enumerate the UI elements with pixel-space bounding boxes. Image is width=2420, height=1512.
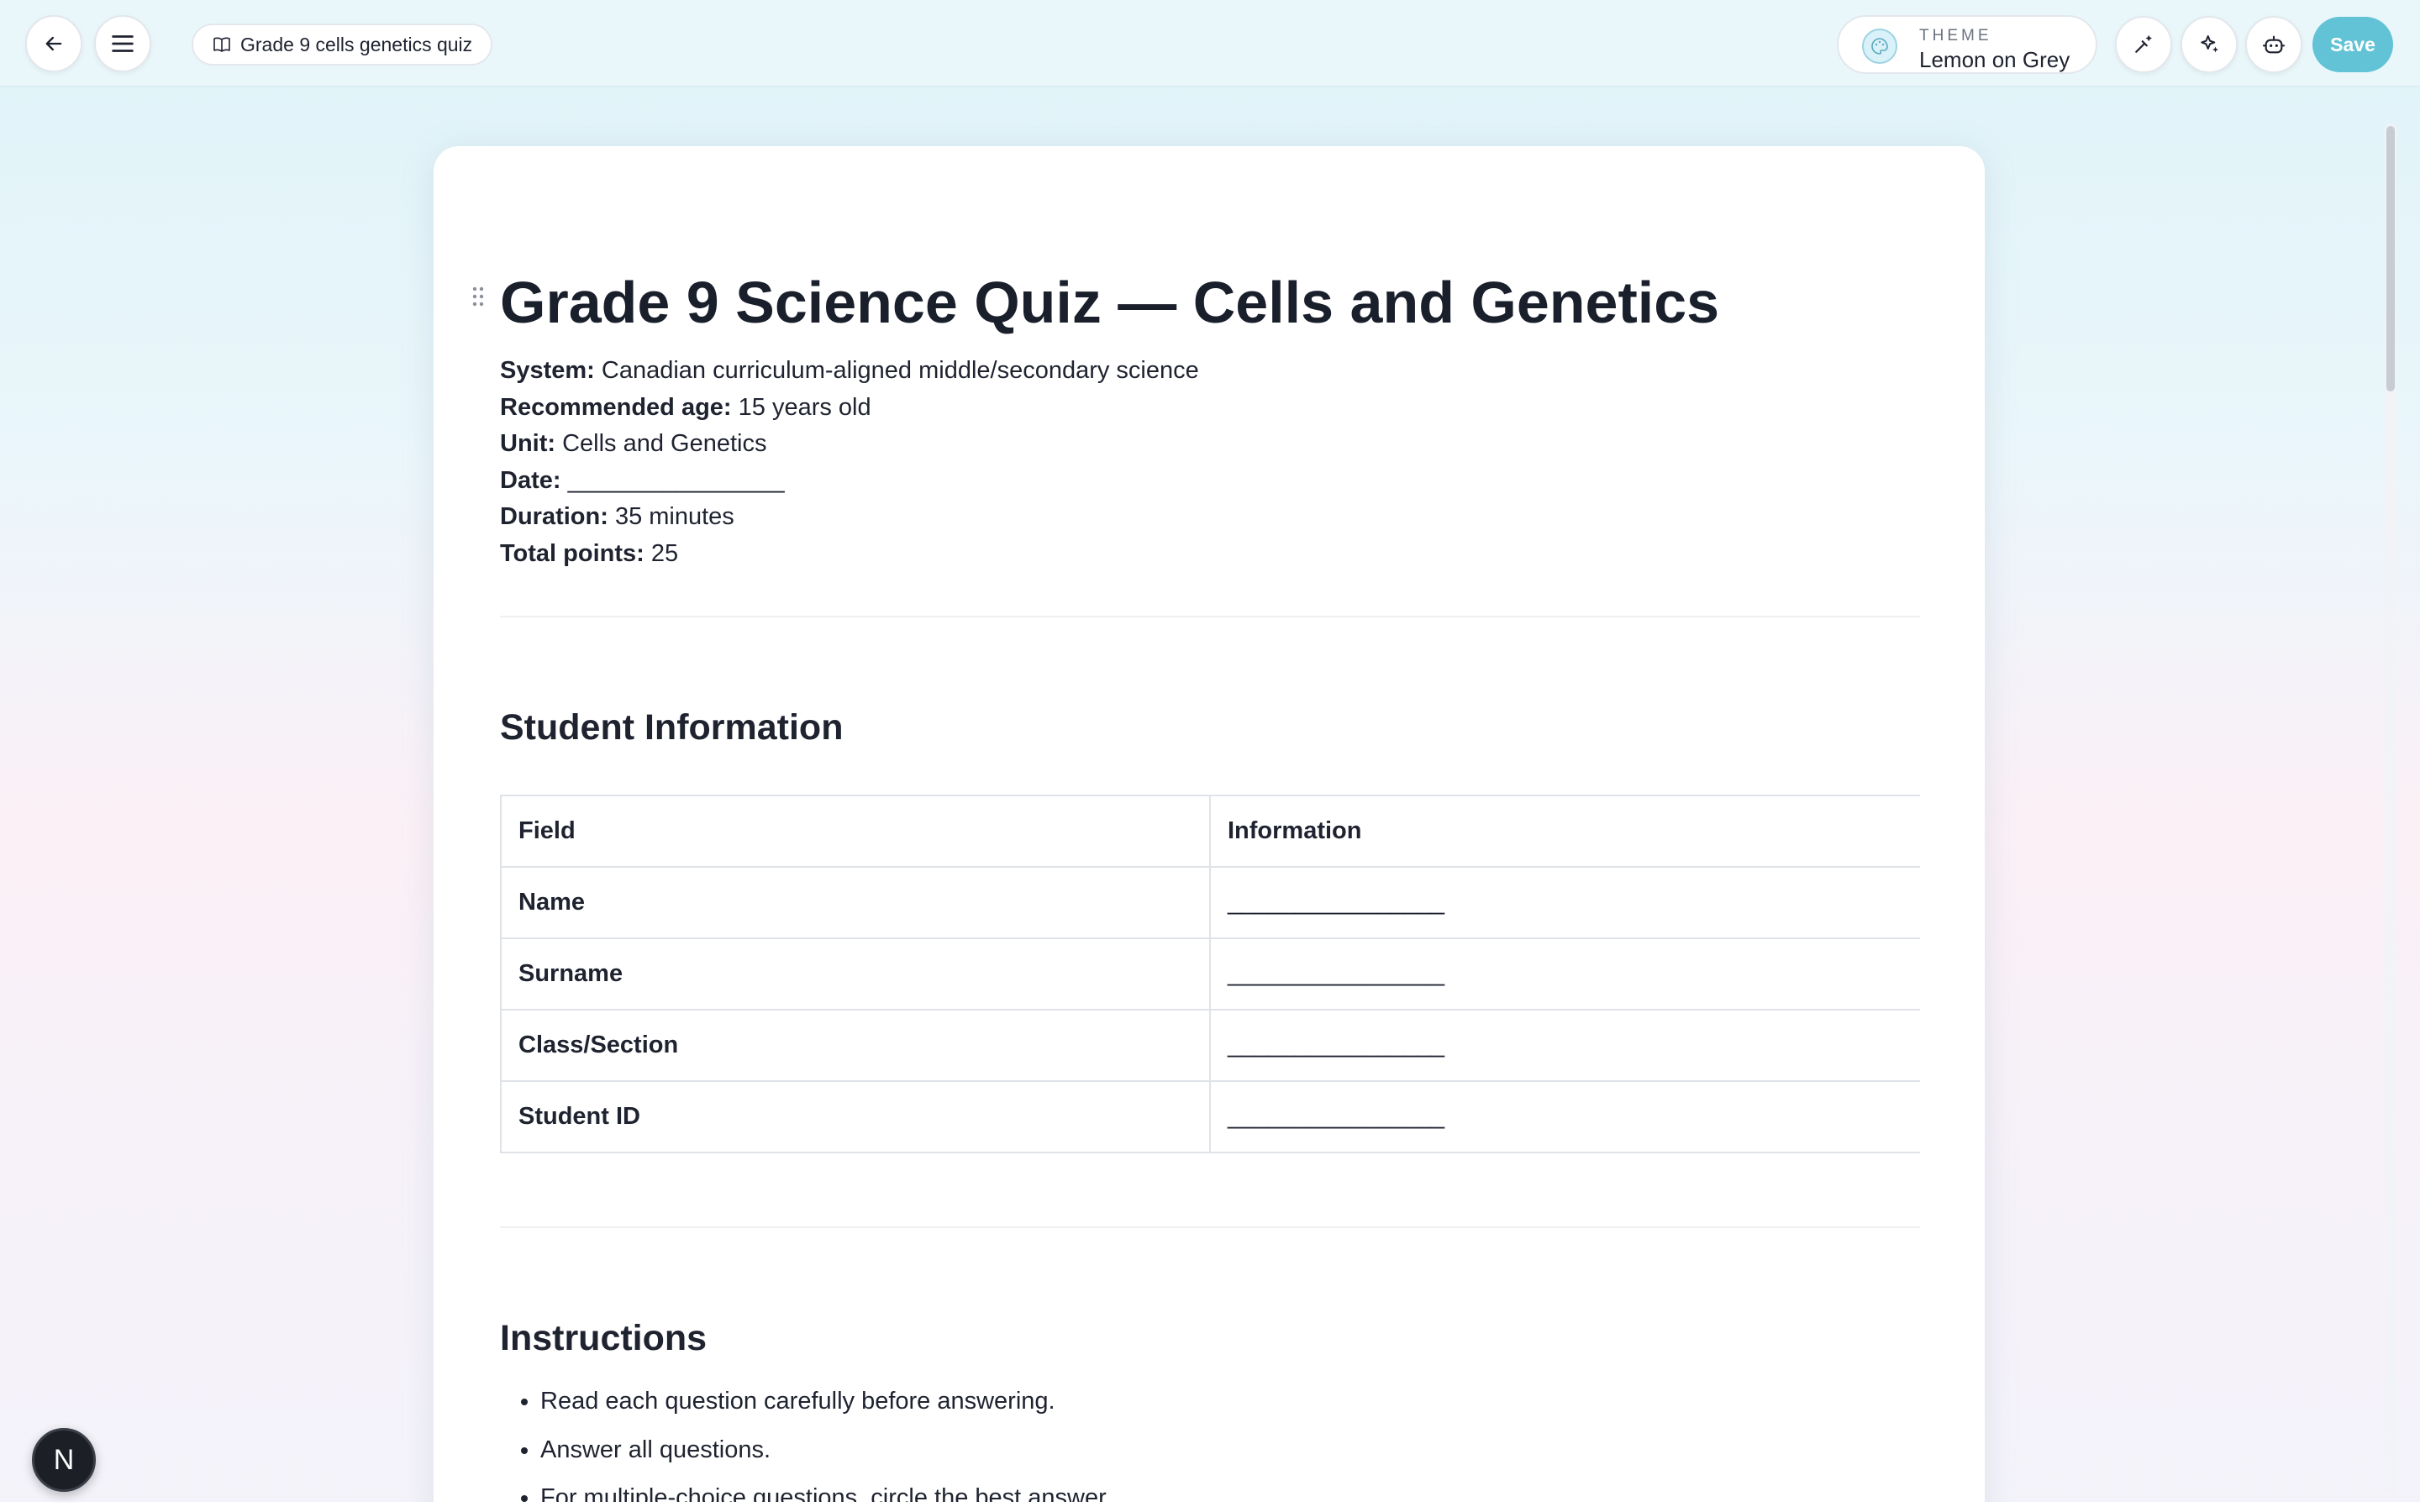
meta-unit: Unit: Cells and Genetics [500, 430, 767, 457]
document-title-label: Grade 9 cells genetics quiz [240, 33, 473, 55]
table-row: Name ________________ [500, 866, 1920, 939]
palette-icon [1862, 29, 1897, 64]
back-button[interactable] [25, 15, 82, 72]
assistant-button[interactable] [2245, 16, 2302, 73]
ai-edit-button[interactable] [2115, 16, 2172, 73]
table-cell-field[interactable]: Class/Section [500, 1009, 1211, 1082]
table-cell-value[interactable]: ________________ [1209, 1080, 1920, 1153]
document-title[interactable]: Grade 9 Science Quiz — Cells and Genetic… [500, 269, 1719, 336]
dev-tools-badge[interactable]: N [32, 1428, 96, 1492]
meta-system: System: Canadian curriculum-aligned midd… [500, 357, 1199, 384]
save-button[interactable]: Save [2312, 17, 2393, 72]
theme-selector[interactable]: THEME Lemon on Grey [1837, 15, 2097, 74]
table-cell-field[interactable]: Name [500, 866, 1211, 939]
meta-recommended-age: Recommended age: 15 years old [500, 393, 871, 421]
theme-value: Lemon on Grey [1919, 47, 2070, 72]
badge-letter: N [53, 1443, 75, 1476]
table-row: Student ID ________________ [500, 1080, 1920, 1153]
list-item[interactable]: Read each question carefully before answ… [540, 1378, 1112, 1426]
section-divider [500, 616, 1920, 617]
table-header-row: Field Information [500, 795, 1920, 868]
quiz-metadata[interactable]: System: Canadian curriculum-aligned midd… [500, 353, 1199, 572]
table-header-information: Information [1209, 795, 1920, 868]
table-cell-value[interactable]: ________________ [1209, 1009, 1920, 1082]
table-cell-value[interactable]: ________________ [1209, 937, 1920, 1011]
menu-icon [112, 35, 134, 52]
instructions-list[interactable]: Read each question carefully before answ… [500, 1378, 1112, 1512]
book-icon [213, 37, 230, 52]
table-cell-field[interactable]: Student ID [500, 1080, 1211, 1153]
back-arrow-icon [45, 36, 62, 51]
table-cell-value[interactable]: ________________ [1209, 866, 1920, 939]
theme-label: THEME [1919, 27, 1992, 45]
document-title-chip[interactable]: Grade 9 cells genetics quiz [192, 24, 493, 66]
student-information-heading[interactable]: Student Information [500, 707, 843, 748]
section-divider [500, 1226, 1920, 1228]
student-information-table[interactable]: Field Information Name ________________ … [500, 795, 1920, 1153]
drag-handle-icon[interactable] [471, 286, 485, 311]
menu-button[interactable] [94, 15, 151, 72]
table-row: Class/Section ________________ [500, 1009, 1920, 1082]
ai-generate-button[interactable] [2181, 16, 2238, 73]
sparkle-edit-icon [2135, 34, 2152, 53]
table-cell-field[interactable]: Surname [500, 937, 1211, 1011]
table-header-field: Field [500, 795, 1211, 868]
viewport-bottom-edge [0, 1502, 2420, 1512]
meta-duration: Duration: 35 minutes [500, 503, 734, 530]
meta-total-points: Total points: 25 [500, 539, 679, 567]
list-item[interactable]: Answer all questions. [540, 1426, 1112, 1475]
scrollbar-thumb[interactable] [2386, 126, 2395, 391]
table-row: Surname ________________ [500, 937, 1920, 1011]
instructions-heading[interactable]: Instructions [500, 1318, 707, 1359]
top-bar: Grade 9 cells genetics quiz THEME Lemon … [0, 0, 2420, 87]
sparkles-icon [2201, 35, 2218, 53]
robot-icon [2262, 35, 2286, 54]
meta-date: Date: ________________ [500, 466, 785, 494]
